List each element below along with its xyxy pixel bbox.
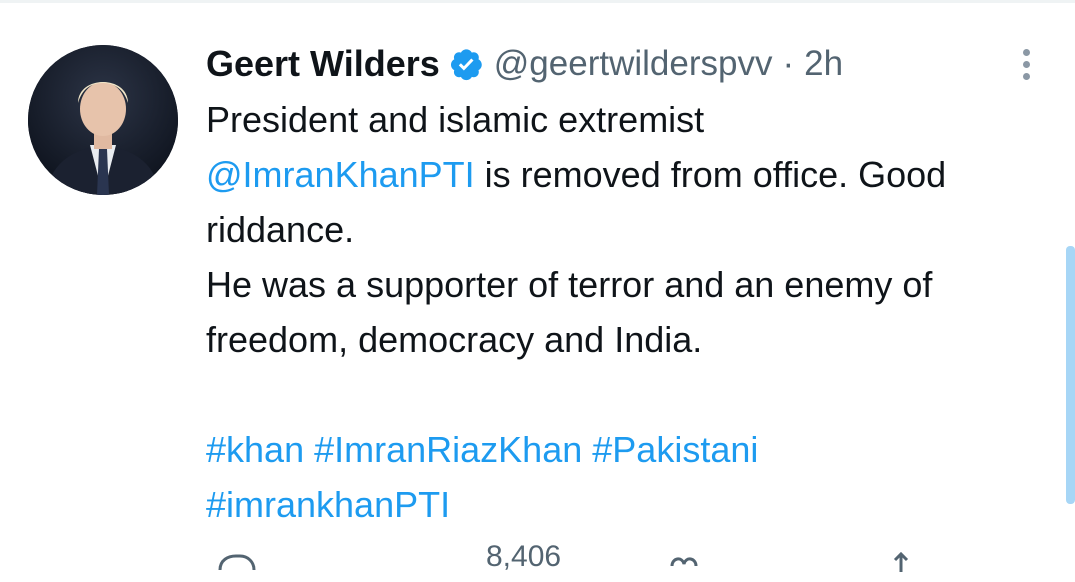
top-divider: [0, 0, 1075, 3]
like-icon[interactable]: [666, 552, 702, 582]
author-handle[interactable]: @geertwilderspvv: [494, 44, 773, 84]
mention-link[interactable]: @ImranKhanPTI: [206, 154, 475, 195]
reply-icon[interactable]: [216, 552, 258, 582]
share-icon[interactable]: [886, 552, 916, 582]
tweet[interactable]: Geert Wilders @geertwilderspvv · 2h Pres…: [206, 40, 1046, 532]
tweet-text-line-2-rest: is removed from office. Good: [474, 154, 947, 195]
verified-badge-icon: [448, 46, 484, 82]
hashtag-link[interactable]: #ImranRiazKhan: [314, 429, 582, 470]
reply-count: 8,406: [486, 540, 562, 573]
tweet-text-line-1: President and islamic extremist: [206, 99, 705, 140]
hashtag-line-1: #khan #ImranRiazKhan #Pakistani: [206, 422, 1046, 477]
separator-dot: ·: [782, 44, 795, 83]
tweet-actions: 8,406: [206, 540, 966, 578]
hashtag-link[interactable]: #Pakistani: [592, 429, 758, 470]
hashtag-line-2: #imrankhanPTI: [206, 477, 1046, 532]
avatar[interactable]: [28, 45, 178, 195]
tweet-text-line-3: riddance.: [206, 209, 355, 250]
tweet-text-line-4: He was a supporter of terror and an enem…: [206, 264, 933, 305]
scrollbar[interactable]: [1066, 246, 1075, 504]
hashtag-link[interactable]: #khan: [206, 429, 304, 470]
avatar-image: [28, 45, 178, 195]
hashtag-link[interactable]: #imrankhanPTI: [206, 484, 450, 525]
tweet-header: Geert Wilders @geertwilderspvv · 2h: [206, 40, 1046, 88]
tweet-text: President and islamic extremist @ImranKh…: [206, 92, 1046, 532]
tweet-text-line-2: @ImranKhanPTI is removed from office. Go…: [206, 147, 1046, 202]
tweet-text-line-5: freedom, democracy and India.: [206, 319, 703, 360]
author-name[interactable]: Geert Wilders: [206, 43, 440, 85]
more-options-icon[interactable]: [1006, 44, 1046, 84]
tweet-time[interactable]: 2h: [804, 44, 843, 84]
